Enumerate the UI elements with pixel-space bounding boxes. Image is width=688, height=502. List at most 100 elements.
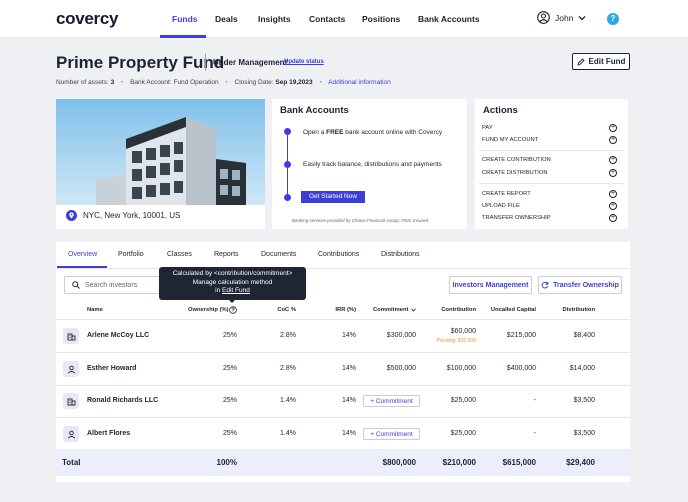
irr-value: 14% [341,332,356,339]
plus-circle-icon[interactable]: + [609,169,617,177]
property-location: NYC, New York, 10001, US [66,210,180,221]
distribution-value: $3,500 [573,430,595,437]
action-transfer-ownership[interactable]: TRANSFER OWNERSHIP [482,215,551,221]
investors-management-button[interactable]: Investors Management [449,276,532,294]
property-card[interactable]: NYC, New York, 10001, US [56,99,265,229]
edit-fund-label: Edit Fund [588,57,626,66]
closing-date-value: Sep 19,2023 [275,79,313,86]
tab-classes[interactable]: Classes [167,251,192,258]
user-name: John [555,12,574,23]
nav-funds[interactable]: Funds [172,14,198,24]
step-connector [287,168,288,194]
tab-documents[interactable]: Documents [261,251,296,258]
divider [56,385,630,386]
plus-circle-icon[interactable]: + [609,124,617,132]
nav-deals[interactable]: Deals [215,14,238,24]
divider [56,319,630,320]
help-icon[interactable]: ? [607,13,619,25]
commitment-value: $300,000 [386,332,416,339]
column-header-distribution[interactable]: Distribution [556,307,595,313]
tab-overview[interactable]: Overview [68,251,97,258]
total-commitment: $800,000 [382,458,416,467]
plus-circle-icon[interactable]: + [609,190,617,198]
column-header-contribution[interactable]: Contribution [430,307,476,313]
plus-circle-icon[interactable]: + [609,136,617,144]
uncalled-capital-value: $215,000 [506,332,536,339]
pending-amount: Pending: $20,000 [436,338,476,344]
action-create-contribution[interactable]: CREATE CONTRIBUTION [482,157,551,163]
action-pay[interactable]: PAY [482,125,493,131]
edit-fund-link[interactable]: Edit Fund [222,287,250,294]
additional-info-link[interactable]: Additional information [328,79,391,86]
action-fund-my-account[interactable]: FUND MY ACCOUNT [482,137,538,143]
irr-value: 14% [341,430,356,437]
column-header-name[interactable]: Name [87,307,103,313]
edit-fund-button[interactable]: Edit Fund [572,53,630,70]
contribution-value: $25,000 [450,430,476,437]
column-header-commitment[interactable]: Commitment [373,307,408,313]
coc-value: 2.8% [280,332,296,339]
building-icon [67,333,75,340]
search-placeholder: Search investors [85,281,138,289]
divider [56,417,630,418]
step-2-text: Easily track balance, distributions and … [303,161,442,168]
plus-circle-icon[interactable]: + [609,156,617,164]
action-upload-file[interactable]: UPLOAD FILE [482,203,520,209]
get-started-button[interactable]: Get Started Now [301,191,365,203]
total-label: Total [62,458,81,467]
nav-contacts[interactable]: Contacts [309,14,345,24]
divider [56,352,630,353]
property-image [56,99,265,205]
step-connector [287,135,288,161]
investor-name[interactable]: Ronald Richards LLC [87,397,158,404]
total-ownership: 100% [216,458,237,467]
irr-value: 14% [341,365,356,372]
sort-down-icon[interactable] [411,308,416,312]
assets-label: Number of assets: [56,79,109,86]
step-dot [284,194,291,201]
action-create-report[interactable]: CREATE REPORT [482,191,531,197]
avatar [63,328,79,344]
nav-bank-accounts[interactable]: Bank Accounts [418,14,480,24]
nav-positions[interactable]: Positions [362,14,400,24]
covercy-logo[interactable]: covercy [56,9,118,29]
nav-active-indicator [160,35,206,38]
person-icon [67,430,75,439]
nav-insights[interactable]: Insights [258,14,291,24]
tooltip-line: in Edit Fund [215,287,250,294]
tab-portfolio[interactable]: Portfolio [118,251,144,258]
step-dot [284,128,291,135]
investor-name[interactable]: Albert Flores [87,430,130,437]
investor-name[interactable]: Esther Howard [87,365,136,372]
step-1-text: Open a FREE bank account online with Cov… [303,129,443,136]
search-input[interactable]: Search investors [64,276,160,294]
ownership-value: 25% [222,365,237,372]
column-header-ownership[interactable]: Ownership (%) [188,307,229,313]
user-menu[interactable]: John [537,11,586,24]
column-header-coc[interactable]: CoC % [270,307,296,313]
plus-circle-icon[interactable]: + [609,202,617,210]
question-circle-icon[interactable] [229,306,237,314]
tab-distributions[interactable]: Distributions [381,251,420,258]
fund-meta: Number of assets: 3 • Bank Account: Fund… [56,79,391,86]
update-status-link[interactable]: Update status [284,59,324,65]
total-uncalled-capital: $615,000 [502,458,536,467]
tab-reports[interactable]: Reports [214,251,239,258]
column-header-uncalled-capital[interactable]: Uncalled Capital [486,307,536,313]
person-icon [67,365,75,374]
ownership-tooltip: Calculated by <contribution/commitment> … [159,267,306,300]
investor-name[interactable]: Arlene McCoy LLC [87,332,149,339]
distribution-value: $14,000 [569,365,595,372]
add-commitment-button[interactable]: + Commitment [363,428,420,440]
plus-circle-icon[interactable]: + [609,214,617,222]
refresh-icon [541,281,549,289]
action-create-distribution[interactable]: CREATE DISTRIBUTION [482,170,548,176]
add-commitment-button[interactable]: + Commitment [363,395,420,407]
assets-value: 3 [110,79,115,86]
tab-contributions[interactable]: Contributions [318,251,359,258]
transfer-ownership-button[interactable]: Transfer Ownership [538,276,622,294]
banking-disclaimer: Banking services provided by Choice Fina… [292,218,429,223]
total-row [56,449,630,476]
column-header-irr[interactable]: IRR (%) [330,307,356,313]
page-title: Prime Property Fund [56,53,225,72]
